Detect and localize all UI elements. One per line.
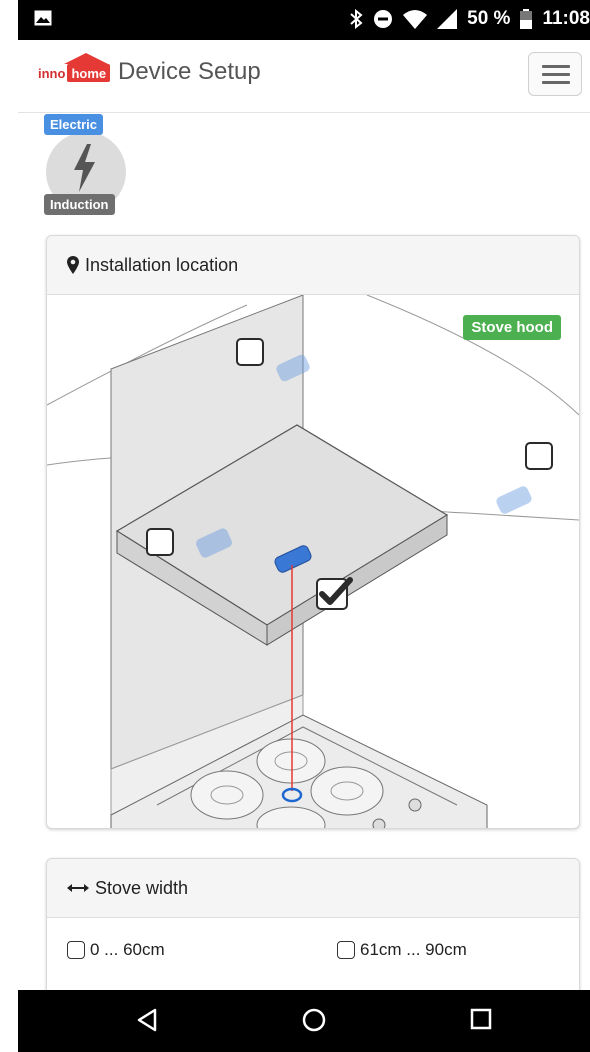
home-icon[interactable] bbox=[302, 1008, 326, 1037]
stove-width-header: Stove width bbox=[47, 859, 579, 918]
width-option-label: 0 ... 60cm bbox=[90, 940, 165, 959]
installation-location-header: Installation location bbox=[47, 236, 579, 295]
device-type-selector[interactable]: Electric Induction bbox=[44, 114, 130, 220]
stove-width-title: Stove width bbox=[95, 877, 189, 898]
signal-icon bbox=[437, 9, 458, 29]
checkbox-right-wall[interactable] bbox=[525, 442, 553, 470]
installation-location-card: Installation location Stove hood bbox=[46, 235, 580, 829]
bluetooth-icon bbox=[349, 9, 363, 29]
checkbox-wall-top[interactable] bbox=[236, 338, 264, 366]
width-option-checkbox[interactable] bbox=[337, 941, 355, 959]
lightning-bolt-icon bbox=[71, 144, 97, 197]
clock-time: 11:08 bbox=[542, 8, 590, 29]
battery-percent: 50 % bbox=[467, 8, 511, 29]
menu-button[interactable] bbox=[528, 52, 582, 96]
stove-width-options: 0 ... 60cm 61cm ... 90cm bbox=[47, 918, 579, 960]
arrows-horizontal-icon bbox=[67, 883, 89, 893]
induction-tag: Induction bbox=[44, 194, 115, 215]
checkbox-hood-center[interactable] bbox=[316, 577, 353, 610]
image-icon bbox=[34, 10, 52, 32]
electric-tag: Electric bbox=[44, 114, 103, 135]
width-option-61-90[interactable]: 61cm ... 90cm bbox=[337, 940, 467, 960]
recents-icon[interactable] bbox=[470, 1008, 492, 1035]
width-option-checkbox[interactable] bbox=[67, 941, 85, 959]
sensor-faded-right bbox=[496, 486, 532, 514]
map-marker-icon bbox=[67, 256, 79, 274]
app-header: inno home Device Setup bbox=[18, 40, 590, 113]
logo-inno-text: inno bbox=[38, 65, 66, 81]
width-option-label: 61cm ... 90cm bbox=[360, 940, 467, 959]
installation-scene: Stove hood bbox=[47, 295, 579, 828]
do-not-disturb-icon bbox=[373, 9, 393, 29]
stove-width-card: Stove width 0 ... 60cm 61cm ... 90cm bbox=[46, 858, 580, 998]
stove-hood-badge: Stove hood bbox=[463, 315, 561, 340]
wifi-icon bbox=[403, 9, 428, 29]
logo-home-text: home bbox=[64, 53, 111, 82]
checkbox-hood-left[interactable] bbox=[146, 528, 174, 556]
innohome-logo[interactable]: inno home bbox=[38, 53, 111, 82]
kitchen-illustration bbox=[47, 295, 579, 828]
status-bar: 50 % 11:08 bbox=[18, 0, 590, 40]
page-title: Device Setup bbox=[118, 58, 261, 85]
installation-location-title: Installation location bbox=[85, 254, 239, 275]
battery-icon bbox=[520, 9, 533, 29]
checkmark-icon bbox=[319, 577, 353, 605]
system-navigation-bar bbox=[18, 990, 590, 1052]
width-option-0-60[interactable]: 0 ... 60cm bbox=[67, 940, 337, 960]
back-icon[interactable] bbox=[136, 1008, 158, 1037]
